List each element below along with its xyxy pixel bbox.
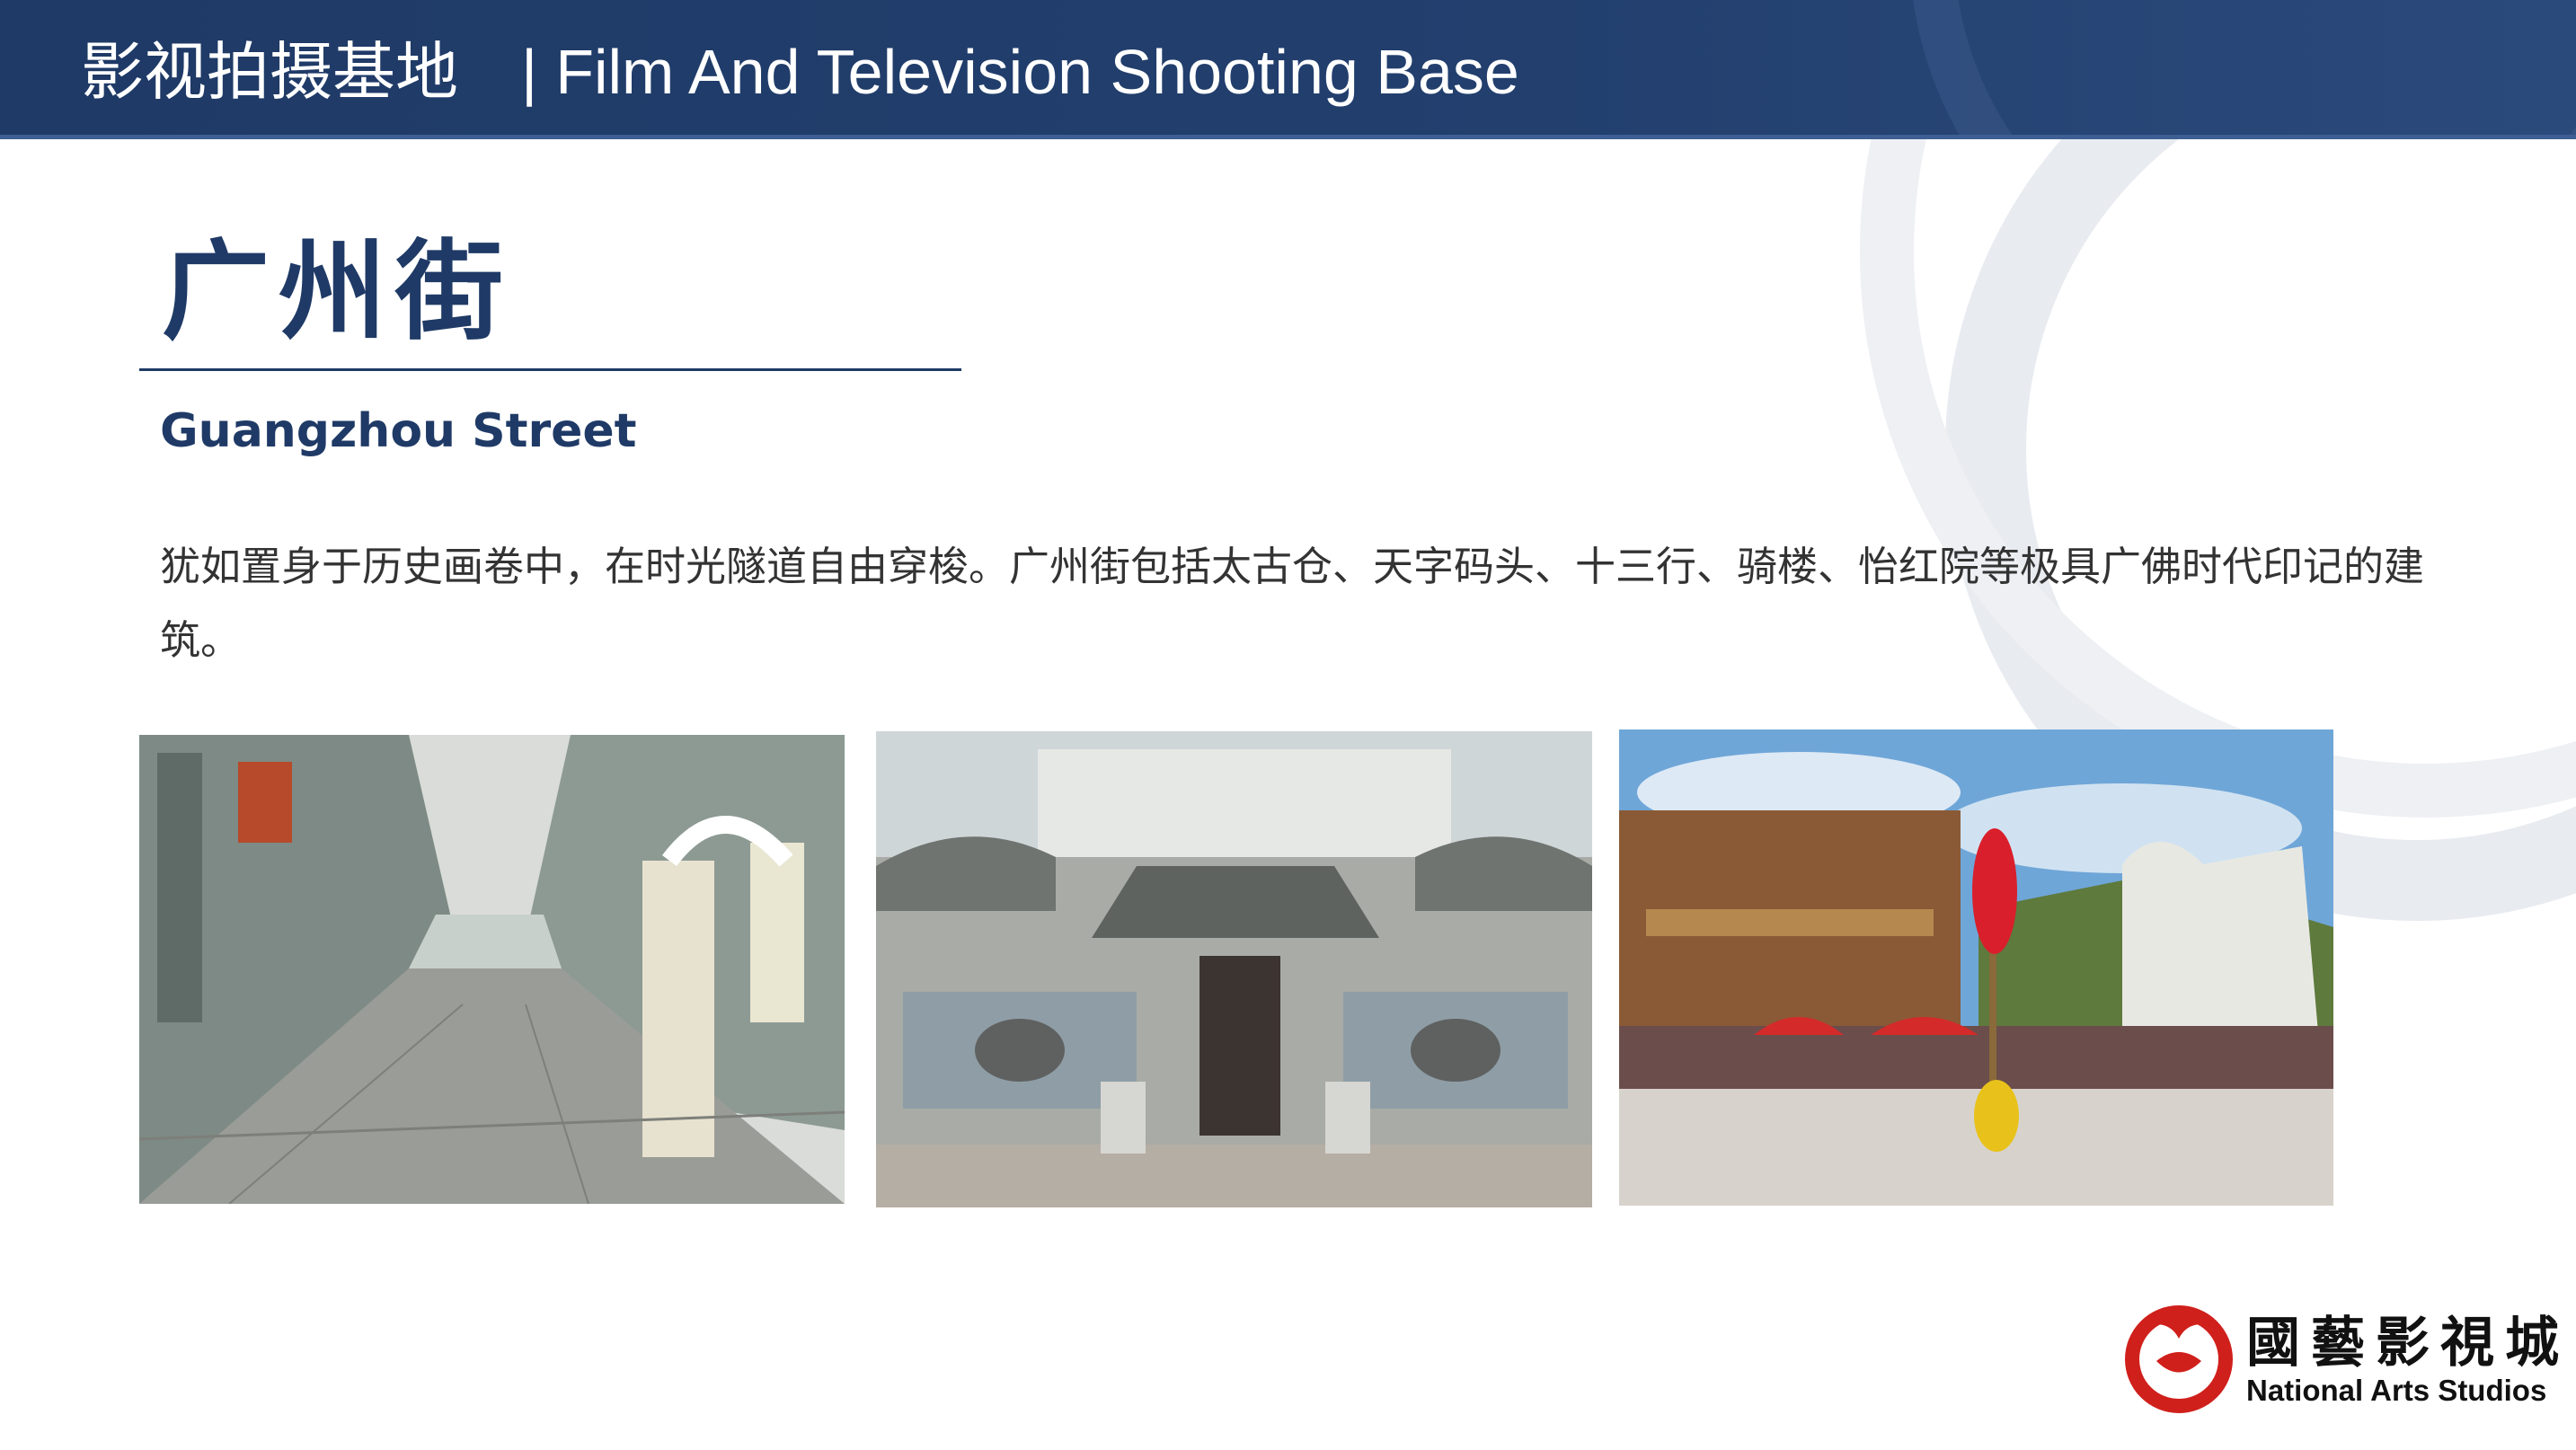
logo-name-zh: 國藝影視城 bbox=[2246, 1312, 2570, 1375]
logo-name-en: National Arts Studios bbox=[2246, 1374, 2547, 1407]
decorative-rings bbox=[1860, 0, 2576, 921]
lion-dance-photo bbox=[1619, 729, 2333, 1206]
header-title-en: Film And Television Shooting Base bbox=[555, 37, 1519, 107]
title-underline bbox=[139, 368, 961, 371]
dragon-logo-icon bbox=[2125, 1305, 2233, 1413]
section-title-zh: 广州街 bbox=[162, 228, 512, 355]
section-description: 犹如置身于历史画卷中，在时光隧道自由穿梭。广州街包括太古仓、天字码头、十三行、骑… bbox=[160, 543, 2425, 664]
street-view-photo bbox=[139, 735, 845, 1204]
header-bar: 影视拍摄基地 | Film And Television Shooting Base bbox=[0, 0, 2576, 139]
section-title-en: Guangzhou Street bbox=[160, 404, 637, 458]
header-separator: | bbox=[521, 37, 538, 107]
header-title: 影视拍摄基地 | Film And Television Shooting Base bbox=[81, 27, 1519, 117]
header-title-zh: 影视拍摄基地 bbox=[81, 37, 458, 107]
traditional-building-photo bbox=[876, 731, 1592, 1207]
